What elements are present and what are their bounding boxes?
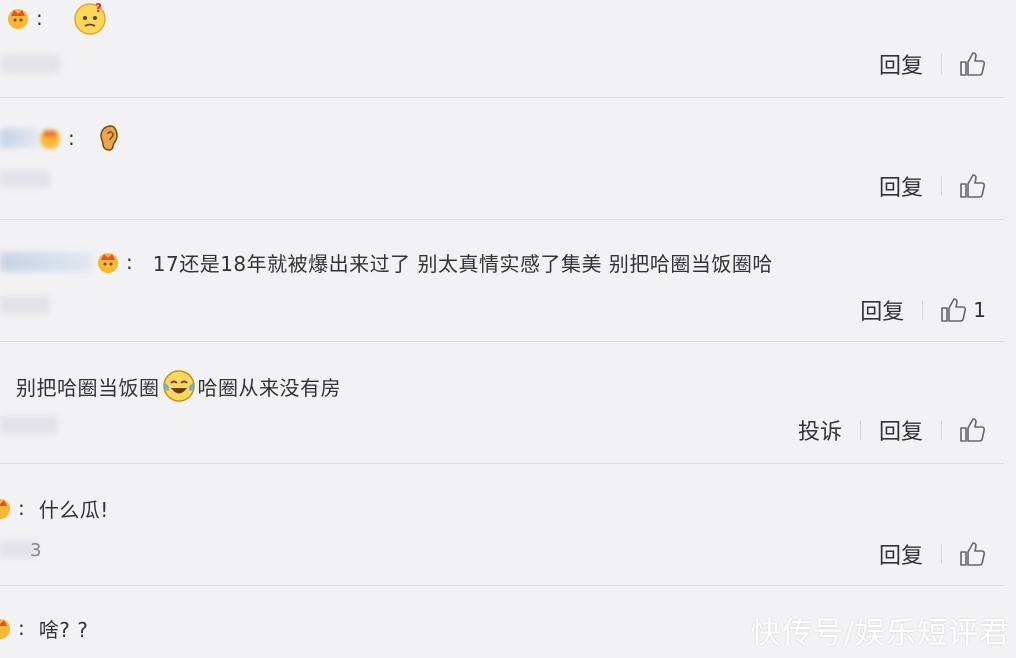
comment-meta: 3 — [30, 540, 42, 561]
like-button[interactable] — [942, 172, 986, 200]
like-button[interactable] — [942, 50, 986, 78]
username-blurred — [0, 252, 92, 272]
thumbs-up-icon — [960, 542, 986, 566]
comment-meta-blurred — [0, 416, 58, 434]
comment-item: : 17还是18年就被爆出来过了 别太真情实感了集美 别把哈圈当饭圈哈 回复 1 — [0, 220, 1004, 342]
comment-text: 啥? ? — [38, 617, 89, 642]
confused-face-icon: ? — [73, 1, 107, 35]
comment-text: 什么瓜! — [38, 497, 109, 522]
reply-button[interactable]: 回复 — [861, 414, 941, 446]
comment-meta-blurred — [0, 55, 60, 73]
thumbs-up-icon — [941, 298, 967, 322]
report-button[interactable]: 投诉 — [780, 414, 860, 446]
comment-meta-blurred — [0, 170, 50, 188]
thumbs-up-icon — [960, 418, 986, 442]
separator: : — [36, 6, 43, 30]
like-button[interactable] — [942, 416, 986, 444]
reply-button[interactable]: 回复 — [861, 170, 941, 202]
separator: : — [68, 126, 75, 150]
thumbs-up-icon — [960, 174, 986, 198]
thumbs-up-icon — [960, 52, 986, 76]
separator: : — [18, 616, 25, 640]
comment-item: : 回复 — [0, 98, 1004, 220]
comment-item: : 什么瓜! 3 回复 — [0, 464, 1004, 586]
comment-text: 别把哈圈当饭圈 — [16, 375, 160, 400]
svg-text:?: ? — [95, 1, 102, 15]
crown-icon — [0, 616, 12, 640]
laughing-tears-icon — [162, 369, 196, 403]
crown-icon — [38, 126, 62, 150]
comment-item: 别把哈圈当饭圈 哈圈从来没有房 投诉 回复 — [0, 342, 1004, 464]
ear-icon — [95, 123, 123, 153]
comment-text: 17还是18年就被爆出来过了 别太真情实感了集美 别把哈圈当饭圈哈 — [152, 251, 773, 276]
like-count: 1 — [973, 298, 986, 322]
comment-text: 哈圈从来没有房 — [197, 375, 341, 400]
reply-button[interactable]: 回复 — [861, 48, 941, 80]
crown-icon — [6, 6, 30, 30]
crown-icon — [0, 496, 12, 520]
separator: : — [18, 496, 25, 520]
like-button[interactable]: 1 — [923, 296, 986, 324]
watermark: 快传号/娱乐短评君 — [750, 616, 1010, 651]
comment-meta-blurred — [0, 296, 50, 314]
separator: : — [126, 250, 133, 274]
crown-icon — [96, 250, 120, 274]
comment-item: : ? 回复 — [0, 0, 1004, 98]
like-button[interactable] — [942, 540, 986, 568]
username-blurred — [0, 128, 38, 148]
reply-button[interactable]: 回复 — [861, 538, 941, 570]
reply-button[interactable]: 回复 — [842, 294, 922, 326]
